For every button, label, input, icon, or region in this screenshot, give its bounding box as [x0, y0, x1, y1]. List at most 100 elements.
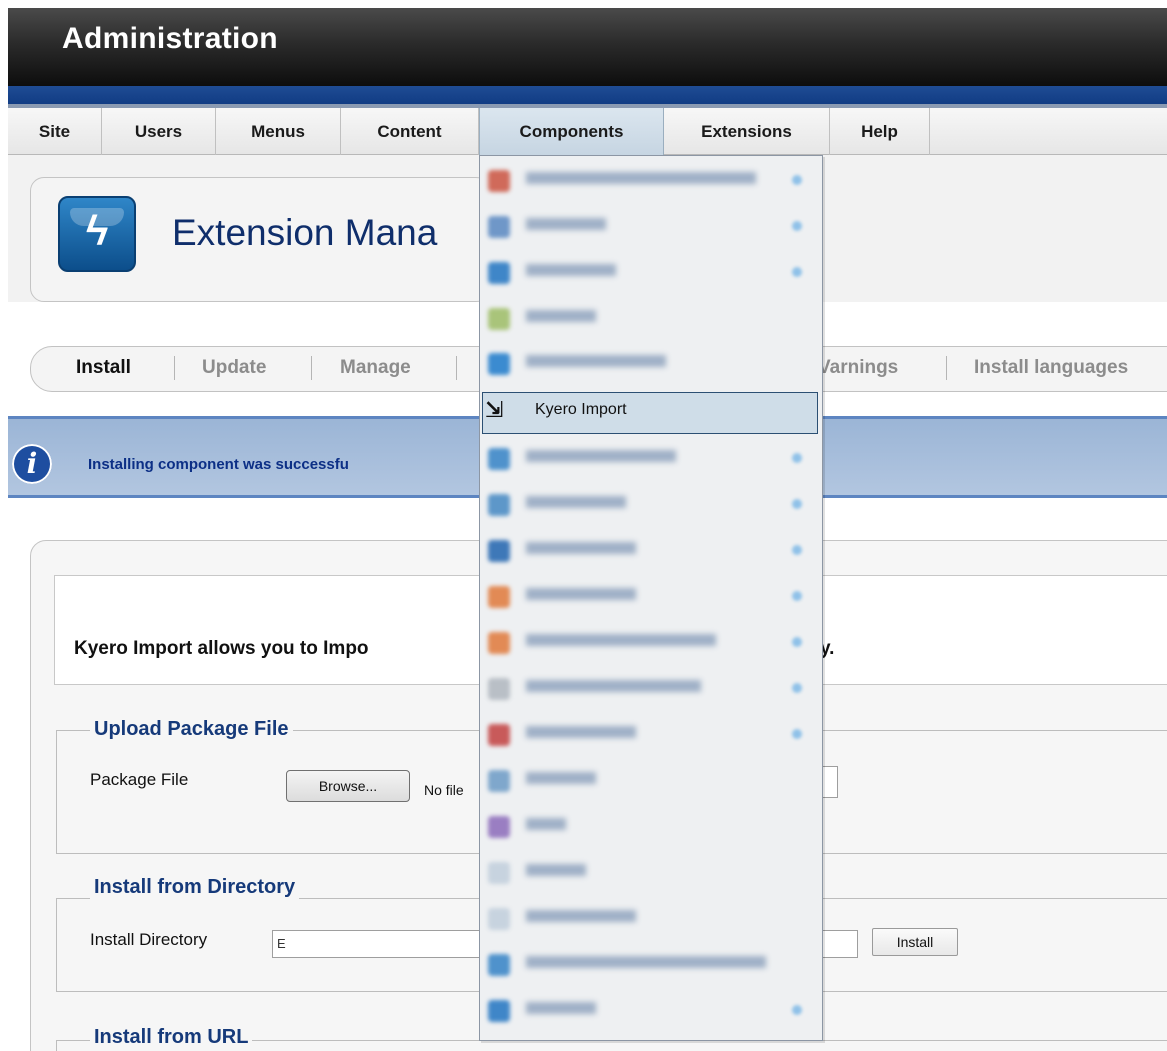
submenu-arrow-icon — [792, 545, 802, 555]
dropdown-item[interactable] — [482, 532, 818, 570]
menu-help[interactable]: Help — [830, 108, 930, 155]
admin-title: Administration — [62, 22, 278, 55]
submenu-arrow-icon — [792, 453, 802, 463]
component-label-blurred — [526, 264, 616, 276]
tab-separator — [456, 356, 457, 380]
component-icon — [488, 770, 510, 792]
dropdown-item[interactable] — [482, 300, 818, 338]
component-icon — [488, 862, 510, 884]
component-icon — [488, 724, 510, 746]
tab-install[interactable]: Install — [76, 357, 131, 379]
tab-separator — [174, 356, 175, 380]
component-label-blurred — [526, 450, 676, 462]
component-label-blurred — [526, 680, 701, 692]
dropdown-item[interactable] — [482, 808, 818, 846]
component-label-blurred — [526, 772, 596, 784]
component-icon — [488, 540, 510, 562]
tab-warnings[interactable]: Varnings — [818, 357, 898, 379]
dropdown-item[interactable] — [482, 900, 818, 938]
component-icon — [488, 816, 510, 838]
dropdown-item[interactable] — [482, 345, 818, 383]
browse-button[interactable]: Browse... — [286, 770, 410, 802]
install-url-legend: Install from URL — [90, 1026, 253, 1049]
component-label-blurred — [526, 218, 606, 230]
component-icon — [488, 448, 510, 470]
submenu-arrow-icon — [792, 591, 802, 601]
tab-install-languages[interactable]: Install languages — [974, 357, 1128, 379]
menu-users[interactable]: Users — [102, 108, 216, 155]
component-label-blurred — [526, 910, 636, 922]
component-label-blurred — [526, 864, 586, 876]
menu-site[interactable]: Site — [8, 108, 102, 155]
tab-separator — [311, 356, 312, 380]
menu-menus[interactable]: Menus — [216, 108, 341, 155]
component-label-blurred — [526, 818, 566, 830]
package-file-label: Package File — [90, 770, 189, 789]
submenu-arrow-icon — [792, 175, 802, 185]
main-menubar: Site Users Menus Content Components Exte… — [8, 108, 1167, 155]
upload-package-legend: Upload Package File — [90, 718, 293, 741]
page-title: Extension Mana — [172, 212, 438, 253]
header-accent-bar — [8, 86, 1167, 106]
submenu-arrow-icon — [792, 267, 802, 277]
dropdown-item[interactable] — [482, 946, 818, 984]
dropdown-item[interactable] — [482, 854, 818, 892]
component-label-blurred — [526, 956, 766, 968]
menu-components[interactable]: Components — [479, 108, 664, 155]
dropdown-item[interactable] — [482, 208, 818, 246]
component-label-blurred — [526, 310, 596, 322]
no-file-text: No file — [424, 782, 464, 798]
submenu-arrow-icon — [792, 499, 802, 509]
admin-header: Administration — [8, 8, 1167, 86]
kyero-import-label: Kyero Import — [535, 401, 627, 418]
component-icon — [488, 586, 510, 608]
component-label-blurred — [526, 634, 716, 646]
dropdown-item[interactable] — [482, 762, 818, 800]
install-directory-button[interactable]: Install — [872, 928, 958, 956]
component-label-blurred — [526, 1002, 596, 1014]
submenu-arrow-icon — [792, 683, 802, 693]
submenu-arrow-icon — [792, 1005, 802, 1015]
install-directory-label: Install Directory — [90, 930, 208, 949]
dropdown-item[interactable] — [482, 624, 818, 662]
import-icon: ⇲ — [485, 397, 504, 422]
component-icon — [488, 170, 510, 192]
component-icon — [488, 678, 510, 700]
dropdown-item[interactable] — [482, 992, 818, 1030]
tab-separator — [946, 356, 947, 380]
component-label-blurred — [526, 588, 636, 600]
success-message-text: Installing component was successfu — [88, 456, 349, 473]
component-icon — [488, 908, 510, 930]
component-icon — [488, 954, 510, 976]
component-label-blurred — [526, 496, 626, 508]
component-icon — [488, 308, 510, 330]
component-label-blurred — [526, 542, 636, 554]
install-directory-legend: Install from Directory — [90, 876, 300, 899]
dropdown-item[interactable] — [482, 486, 818, 524]
component-description-text: Kyero Import allows you to Impo — [74, 638, 369, 659]
info-icon: i — [12, 444, 52, 484]
menu-content[interactable]: Content — [341, 108, 479, 155]
dropdown-item[interactable] — [482, 440, 818, 478]
tab-update[interactable]: Update — [202, 357, 266, 379]
dropdown-item[interactable] — [482, 578, 818, 616]
component-icon — [488, 353, 510, 375]
component-icon — [488, 632, 510, 654]
component-label-blurred — [526, 172, 756, 184]
menu-extensions[interactable]: Extensions — [664, 108, 830, 155]
dropdown-item[interactable] — [482, 162, 818, 200]
dropdown-item[interactable] — [482, 670, 818, 708]
submenu-arrow-icon — [792, 221, 802, 231]
dropdown-item[interactable] — [482, 716, 818, 754]
component-icon — [488, 494, 510, 516]
dropdown-item[interactable] — [482, 254, 818, 292]
submenu-arrow-icon — [792, 729, 802, 739]
dropdown-item-kyero-import[interactable]: ⇲ Kyero Import — [482, 392, 818, 434]
lightning-bolt-icon: ϟ — [58, 196, 136, 272]
component-label-blurred — [526, 355, 666, 367]
component-icon — [488, 1000, 510, 1022]
tab-manage[interactable]: Manage — [340, 357, 411, 379]
component-icon — [488, 216, 510, 238]
component-icon — [488, 262, 510, 284]
submenu-arrow-icon — [792, 637, 802, 647]
